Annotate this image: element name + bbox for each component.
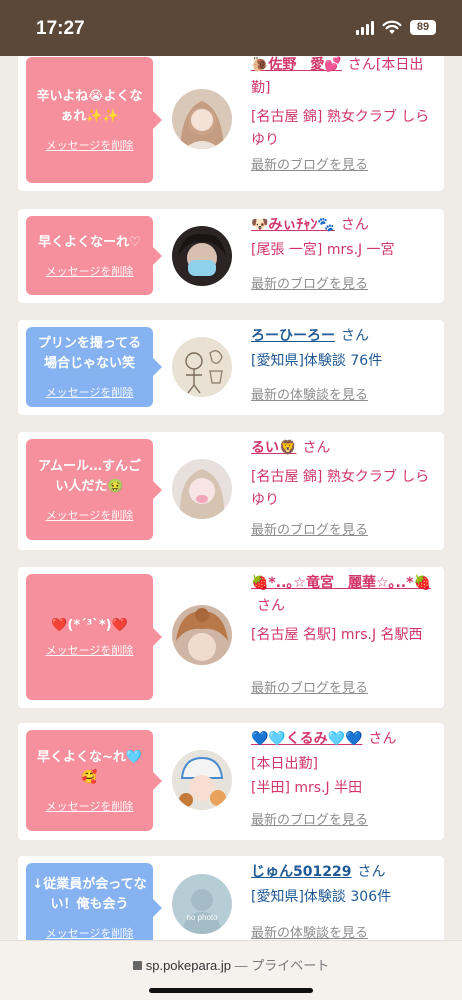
name-line: るい🦁 さん (251, 437, 439, 460)
avatar[interactable] (172, 459, 232, 519)
wifi-icon (382, 20, 402, 34)
profile-photo-icon (172, 459, 232, 519)
message-bubble: 辛いよね😭よくなぁれ✨✨ メッセージを削除 (26, 57, 162, 183)
message-card: アムール…すんごい人だた🤢 メッセージを削除 るい🦁 さん [名古屋 錦] 熟女ク… (18, 432, 444, 550)
review-count: [愛知県]体験談 76件 (251, 353, 383, 369)
message-card: ❤️(*´³`*)❤️ メッセージを削除 🍓*..｡☆竜宮 麗華☆｡..*🍓 さん… (18, 567, 444, 708)
avatar-placeholder-text: no photo (186, 913, 218, 922)
delete-message-link[interactable]: メッセージを削除 (46, 798, 134, 814)
message-card: ↓従業員が会ってない！俺も会う メッセージを削除 no photo じゅん501… (18, 856, 444, 940)
profile-drawing-icon (172, 337, 232, 397)
delete-message-link[interactable]: メッセージを削除 (46, 507, 134, 523)
delete-message-link[interactable]: メッセージを削除 (46, 384, 134, 400)
profile-photo-icon (172, 226, 232, 286)
name-line: 🐌佐野 愛💕 さん[本日出勤] (251, 56, 439, 100)
profile-info: 💙🩵くるみ🩵💙 さん [本日出勤] [半田] mrs.J 半田 (251, 728, 439, 800)
home-indicator[interactable] (149, 988, 313, 993)
private-mode-label: — プライベート (234, 958, 330, 973)
name-suffix: さん (341, 328, 369, 344)
message-text: ❤️(*´³`*)❤️ (51, 618, 128, 633)
latest-blog-link[interactable]: 最新のブログを見る (251, 154, 368, 173)
address-bar[interactable]: sp.pokepara.jp — プライベート (0, 955, 462, 974)
profile-name-link[interactable]: 🐌佐野 愛💕 (251, 57, 342, 73)
battery-icon: 89 (410, 20, 436, 35)
name-line: 🐶みぃﾁｬﾝ🐾 さん (251, 214, 439, 237)
no-photo-icon: no photo (172, 874, 232, 934)
profile-info: 🐌佐野 愛💕 さん[本日出勤] [名古屋 錦] 熟女クラブ しらゆり (251, 56, 439, 152)
cellular-signal-icon (356, 20, 374, 35)
name-line: じゅん501229 さん (251, 861, 439, 884)
status-bar: 17:27 89 (0, 0, 462, 56)
profile-info: るい🦁 さん [名古屋 錦] 熟女クラブ しらゆり (251, 437, 439, 512)
delete-message-link[interactable]: メッセージを削除 (46, 642, 134, 658)
profile-name-link[interactable]: るい🦁 (251, 440, 296, 456)
message-bubble: 早くよくなーれ♡ メッセージを削除 (26, 216, 162, 295)
name-suffix: さん (302, 440, 331, 456)
profile-name-link[interactable]: 🐶みぃﾁｬﾝ🐾 (251, 217, 335, 233)
name-suffix: さん (257, 598, 285, 614)
latest-blog-link[interactable]: 最新のブログを見る (251, 519, 368, 538)
work-status: [本日出勤] (251, 756, 318, 772)
shop-name: [名古屋 名駅] mrs.J 名駅西 (251, 627, 423, 643)
profile-photo-icon (172, 89, 232, 149)
shop-name: [半田] mrs.J 半田 (251, 780, 363, 796)
message-text: 早くよくなーれ♡ (38, 234, 141, 250)
lock-icon (132, 961, 142, 970)
message-bubble: ❤️(*´³`*)❤️ メッセージを削除 (26, 574, 162, 700)
message-bubble: ↓従業員が会ってない！俺も会う メッセージを削除 (26, 863, 162, 940)
profile-photo-icon (172, 750, 232, 810)
profile-info: ろーひーろー さん [愛知県]体験談 76件 (251, 325, 439, 373)
shop-name: [尾張 一宮] mrs.J 一宮 (251, 242, 395, 258)
message-text: 辛いよね😭よくなぁれ✨✨ (36, 89, 143, 124)
name-line: 💙🩵くるみ🩵💙 さん (251, 728, 439, 751)
name-line: ろーひーろー さん (251, 325, 439, 348)
delete-message-link[interactable]: メッセージを削除 (46, 925, 134, 940)
name-suffix: さん (340, 217, 369, 233)
status-time: 17:27 (36, 18, 85, 39)
review-count: [愛知県]体験談 306件 (251, 889, 392, 905)
message-card: 早くよくなーれ♡ メッセージを削除 🐶みぃﾁｬﾝ🐾 さん [尾張 一宮] mrs.… (18, 209, 444, 303)
avatar[interactable] (172, 337, 232, 397)
message-text: プリンを撮ってる場合じゃない笑 (37, 336, 142, 371)
profile-info: じゅん501229 さん [愛知県]体験談 306件 (251, 861, 439, 909)
profile-name-link[interactable]: ろーひーろー (251, 328, 335, 344)
latest-blog-link[interactable]: 最新のブログを見る (251, 809, 368, 828)
message-card: 辛いよね😭よくなぁれ✨✨ メッセージを削除 🐌佐野 愛💕 さん[本日出勤] [名古… (18, 56, 444, 191)
profile-info: 🐶みぃﾁｬﾝ🐾 さん [尾張 一宮] mrs.J 一宮 (251, 214, 439, 262)
name-suffix: さん (357, 864, 386, 880)
latest-review-link[interactable]: 最新の体験談を見る (251, 384, 368, 403)
name-line: 🍓*..｡☆竜宮 麗華☆｡..*🍓 さん (251, 572, 439, 618)
name-suffix: さん (368, 731, 397, 747)
delete-message-link[interactable]: メッセージを削除 (46, 263, 134, 279)
avatar[interactable] (172, 605, 232, 665)
message-list[interactable]: 辛いよね😭よくなぁれ✨✨ メッセージを削除 🐌佐野 愛💕 さん[本日出勤] [名古… (0, 56, 462, 940)
message-card: 早くよくな~れ🩵🥰 メッセージを削除 💙🩵くるみ🩵💙 さん [本日出勤] [半田]… (18, 723, 444, 840)
profile-name-link[interactable]: 💙🩵くるみ🩵💙 (251, 731, 362, 747)
message-bubble: アムール…すんごい人だた🤢 メッセージを削除 (26, 439, 162, 540)
message-text: 早くよくな~れ🩵🥰 (36, 749, 143, 785)
message-bubble: 早くよくな~れ🩵🥰 メッセージを削除 (26, 730, 162, 831)
shop-name: [名古屋 錦] 熟女クラブ しらゆり (251, 109, 430, 148)
message-bubble: プリンを撮ってる場合じゃない笑 メッセージを削除 (26, 327, 162, 407)
profile-name-link[interactable]: じゅん501229 (251, 864, 351, 880)
shop-name: [名古屋 錦] 熟女クラブ しらゆり (251, 469, 430, 508)
avatar[interactable] (172, 89, 232, 149)
latest-blog-link[interactable]: 最新のブログを見る (251, 677, 368, 696)
message-text: アムール…すんごい人だた🤢 (37, 458, 142, 494)
profile-info: 🍓*..｡☆竜宮 麗華☆｡..*🍓 さん [名古屋 名駅] mrs.J 名駅西 (251, 572, 439, 647)
avatar[interactable] (172, 226, 232, 286)
url-text: sp.pokepara.jp (145, 958, 232, 973)
profile-name-link[interactable]: 🍓*..｡☆竜宮 麗華☆｡..*🍓 (251, 575, 431, 591)
avatar[interactable]: no photo (172, 874, 232, 934)
message-text: ↓従業員が会ってない！俺も会う (32, 877, 147, 912)
status-icons: 89 (356, 20, 436, 35)
latest-review-link[interactable]: 最新の体験談を見る (251, 922, 368, 940)
delete-message-link[interactable]: メッセージを削除 (46, 137, 134, 153)
profile-photo-icon (172, 605, 232, 665)
latest-blog-link[interactable]: 最新のブログを見る (251, 273, 368, 292)
message-card: プリンを撮ってる場合じゃない笑 メッセージを削除 ろーひーろー さん [愛知県]体… (18, 320, 444, 415)
avatar[interactable] (172, 750, 232, 810)
browser-bottom-bar: sp.pokepara.jp — プライベート (0, 940, 462, 1000)
